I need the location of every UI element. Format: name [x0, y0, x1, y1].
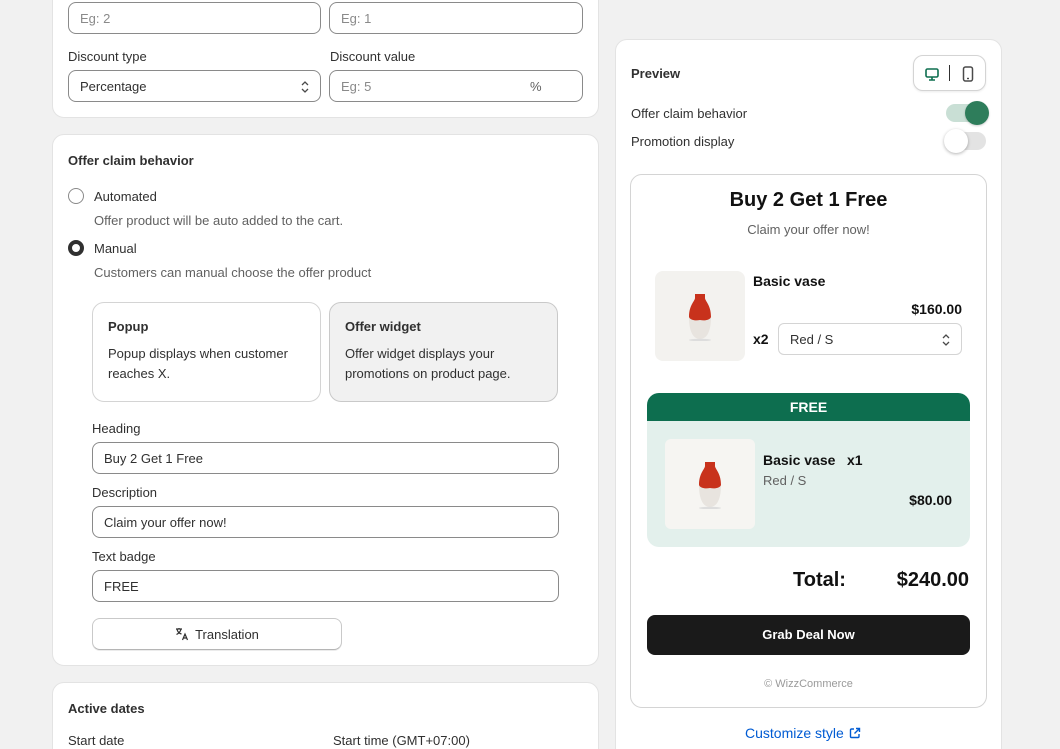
offer-widget-preview: Buy 2 Get 1 Free Claim your offer now! B…: [630, 174, 987, 708]
automated-label[interactable]: Automated: [94, 189, 157, 204]
offer-claim-title: Offer claim behavior: [68, 153, 194, 168]
manual-label[interactable]: Manual: [94, 241, 137, 256]
total-value: $240.00: [896, 569, 969, 591]
free-product-qty: x1: [847, 452, 863, 468]
offer-claim-toggle[interactable]: [946, 101, 989, 125]
desktop-icon[interactable]: [924, 66, 940, 82]
offer-widget-desc: Offer widget displays your promotions on…: [345, 346, 511, 381]
popup-desc: Popup displays when customer reaches X.: [108, 346, 288, 381]
preview-title: Preview: [631, 66, 681, 81]
discount-type-label: Discount type: [68, 49, 147, 64]
free-offer-block: FREE Basic vase x1 Red / S $80.00: [647, 393, 970, 547]
text-badge-label: Text badge: [92, 549, 156, 564]
grab-deal-button[interactable]: Grab Deal Now: [647, 615, 970, 655]
free-badge: FREE: [647, 393, 970, 421]
automated-radio[interactable]: [68, 188, 84, 204]
manual-radio[interactable]: [68, 240, 84, 256]
description-input[interactable]: Claim your offer now!: [92, 506, 559, 538]
offer-widget-option-card[interactable]: Offer widget Offer widget displays your …: [329, 302, 558, 402]
discount-value-label: Discount value: [330, 49, 416, 64]
product-image: [655, 271, 745, 361]
external-link-icon: [849, 727, 861, 739]
toggle-knob: [965, 101, 989, 125]
select-chevron-icon: [942, 334, 950, 346]
popup-title: Popup: [108, 319, 149, 334]
offer-quantity-input[interactable]: Eg: 1: [329, 2, 583, 34]
heading-input[interactable]: Buy 2 Get 1 Free: [92, 442, 559, 474]
translation-button[interactable]: Translation: [92, 618, 342, 650]
start-date-label: Start date: [68, 733, 125, 748]
start-time-label: Start time (GMT+07:00): [333, 733, 470, 748]
heading-label: Heading: [92, 421, 141, 436]
product-price: $160.00: [911, 301, 962, 317]
free-product-image: [665, 439, 755, 529]
text-badge-input[interactable]: FREE: [92, 570, 559, 602]
popup-option-card[interactable]: Popup Popup displays when customer reach…: [92, 302, 321, 402]
free-product-variant: Red / S: [763, 473, 807, 488]
mobile-icon[interactable]: [961, 66, 975, 82]
vase-image: [689, 294, 711, 341]
toggle-promotion-label: Promotion display: [631, 134, 735, 149]
discount-type-select[interactable]: Percentage: [68, 70, 321, 102]
customize-style-link[interactable]: Customize style: [745, 725, 861, 741]
device-switcher: [913, 55, 986, 91]
switcher-divider: [949, 65, 950, 81]
widget-subheading: Claim your offer now!: [747, 222, 870, 237]
toggle-knob: [944, 129, 968, 153]
translate-icon: [176, 628, 189, 641]
automated-help: Offer product will be auto added to the …: [94, 213, 344, 228]
select-chevron-icon: [301, 81, 309, 93]
offer-widget-title: Offer widget: [345, 319, 421, 334]
vase-image: [699, 462, 721, 509]
manual-help: Customers can manual choose the offer pr…: [94, 265, 372, 280]
variant-select[interactable]: Red / S: [778, 323, 962, 355]
powered-by: © WizzCommerce: [764, 678, 853, 690]
product-name: Basic vase: [753, 273, 826, 289]
promotion-display-toggle[interactable]: [944, 129, 986, 153]
free-product-name: Basic vase: [763, 452, 836, 468]
percent-suffix: %: [530, 79, 542, 94]
total-label: Total:: [793, 569, 846, 591]
widget-heading: Buy 2 Get 1 Free: [729, 189, 888, 211]
active-dates-title: Active dates: [68, 701, 145, 716]
min-quantity-input[interactable]: Eg: 2: [68, 2, 321, 34]
product-qty: x2: [753, 331, 769, 347]
free-product-price: $80.00: [909, 492, 952, 508]
description-label: Description: [92, 485, 158, 500]
discount-value-input[interactable]: Eg: 5 %: [329, 70, 583, 102]
toggle-offer-claim-label: Offer claim behavior: [631, 106, 748, 121]
